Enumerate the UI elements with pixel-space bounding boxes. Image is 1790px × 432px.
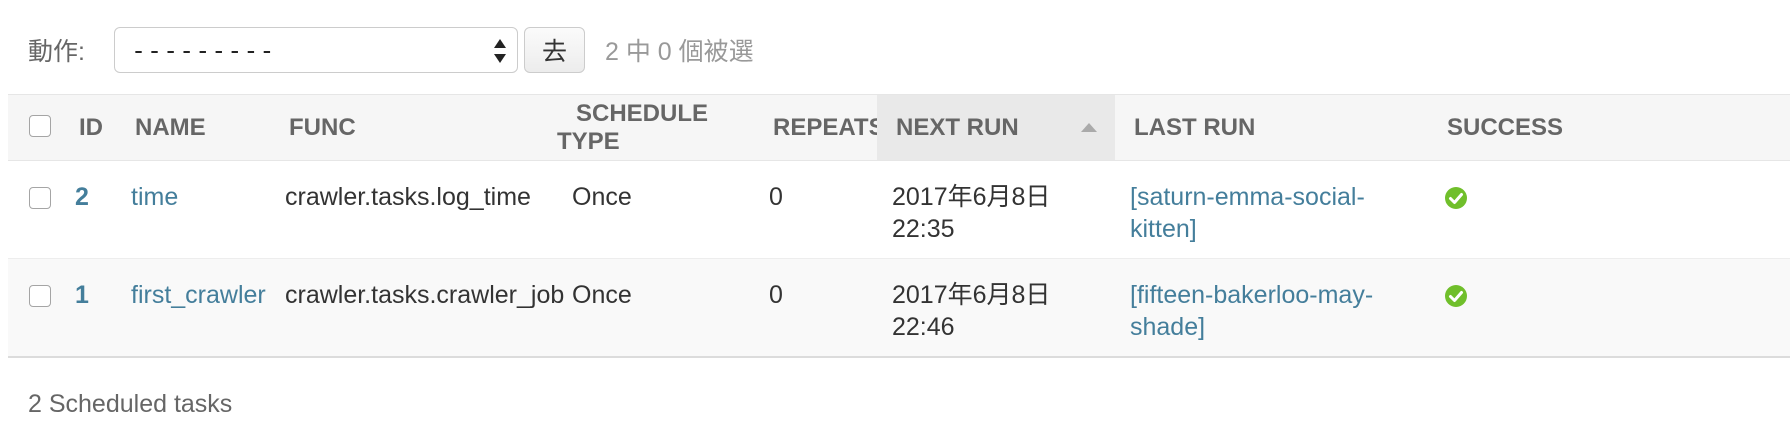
task-id-link[interactable]: 2 [75,183,89,211]
row-checkbox[interactable] [29,187,51,209]
go-button[interactable]: 去 [524,27,585,73]
task-next-run: 2017年6月8日 22:46 [892,281,1051,341]
column-header-success[interactable]: SUCCESS [1428,95,1790,161]
select-up-down-arrows-icon [494,39,506,63]
task-last-run-link[interactable]: [fifteen-bakerloo-may- shade] [1130,281,1373,341]
row-select-cell [8,161,60,259]
check-circle-icon [1445,285,1467,307]
table-row: 2 time crawler.tasks.log_time Once 0 201… [8,161,1790,259]
task-next-run: 2017年6月8日 22:35 [892,183,1051,243]
task-name-link[interactable]: first_crawler [131,281,266,309]
row-select-cell [8,259,60,357]
column-header-last-run[interactable]: LAST RUN [1115,95,1428,161]
column-header-name[interactable]: NAME [116,95,270,161]
task-repeats: 0 [769,183,783,211]
column-header-next-run[interactable]: NEXT RUN [877,94,1115,161]
task-schedule-type: Once [572,281,632,309]
action-select[interactable]: --------- [114,27,518,73]
row-checkbox[interactable] [29,285,51,307]
task-func: crawler.tasks.crawler_job [285,281,565,309]
column-header-func[interactable]: FUNC [270,95,557,161]
task-repeats: 0 [769,281,783,309]
last-run-line-2: shade] [1130,313,1206,341]
admin-changelist-page: 動作: --------- 去 2 中 0 個被選 ID NAME FUNC S… [0,0,1790,432]
paginator: 2 Scheduled tasks [28,390,233,418]
selection-counter: 2 中 0 個被選 [605,38,754,66]
column-header-repeats[interactable]: REPEATS [754,95,885,161]
last-run-line-1: [fifteen-bakerloo-may- [1130,281,1374,309]
task-id-link[interactable]: 1 [75,281,89,309]
column-header-schedule-type[interactable]: SCHEDULE TYPE [557,95,754,161]
results-table: ID NAME FUNC SCHEDULE TYPE REPEATS NEXT … [8,94,1790,358]
task-name-link[interactable]: time [131,183,178,211]
select-all-header [8,95,60,161]
actions-label: 動作: [28,38,85,66]
actions-bar: 動作: --------- 去 2 中 0 個被選 [28,26,754,74]
action-select-value: --------- [131,35,276,65]
task-last-run-link[interactable]: [saturn-emma-social- kitten] [1130,183,1365,243]
check-circle-icon [1445,187,1467,209]
table-row: 1 first_crawler crawler.tasks.crawler_jo… [8,258,1790,357]
results-table-container: ID NAME FUNC SCHEDULE TYPE REPEATS NEXT … [8,94,1790,358]
last-run-line-1: [saturn-emma-social- [1130,183,1365,211]
task-schedule-type: Once [572,183,632,211]
select-all-checkbox[interactable] [29,115,51,137]
sort-ascending-icon[interactable] [1081,123,1097,132]
column-header-id[interactable]: ID [60,95,116,161]
task-func: crawler.tasks.log_time [285,183,531,211]
table-header-row: ID NAME FUNC SCHEDULE TYPE REPEATS NEXT … [8,94,1790,161]
last-run-line-2: kitten] [1130,215,1197,243]
